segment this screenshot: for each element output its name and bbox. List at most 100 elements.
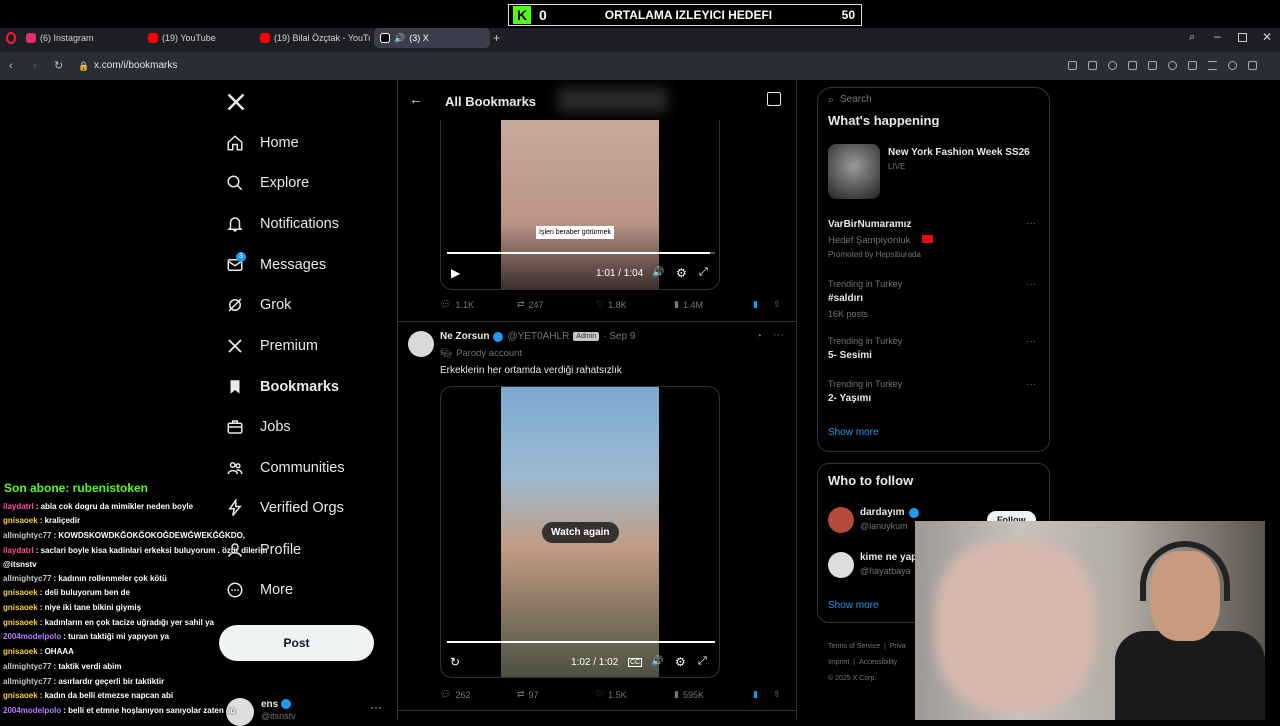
watch-again-button[interactable]: Watch again: [542, 522, 619, 543]
replay-icon[interactable]: ↻: [450, 655, 460, 669]
repost-button[interactable]: ⇄ 247: [517, 299, 544, 310]
tab-x[interactable]: 🔊 (3) X: [374, 28, 490, 48]
video-caption: İşleri beraber götürmek: [536, 226, 614, 239]
minimize-button[interactable]: –: [1214, 29, 1221, 43]
settings-icon[interactable]: ⚙: [675, 655, 686, 669]
share-icon: ⇧: [773, 689, 781, 699]
trend-item[interactable]: Trending in Turkey #saldırı 16K posts ··…: [828, 279, 1043, 321]
bookmark-button[interactable]: ▮: [753, 299, 758, 310]
footer-link[interactable]: Terms of Service: [828, 643, 880, 650]
tab-youtube[interactable]: (19) YouTube: [142, 28, 258, 48]
volume-icon[interactable]: 🔊: [651, 656, 663, 667]
tab-instagram[interactable]: (6) Instagram: [20, 28, 136, 48]
download-icon[interactable]: [1188, 61, 1197, 70]
trend-item[interactable]: Trending in Turkey 2- Yaşımı ···: [828, 379, 1043, 407]
profile-icon[interactable]: [1228, 61, 1237, 70]
opera-logo-icon[interactable]: [6, 32, 16, 44]
footer-link[interactable]: Priva: [890, 643, 906, 650]
chat-username: gnisaoek: [3, 691, 38, 700]
like-button[interactable]: ♡ 1.5K: [596, 689, 627, 700]
more-dots-icon[interactable]: ···: [1026, 279, 1036, 290]
views-button[interactable]: ▮ 1.4M: [674, 299, 703, 310]
nav-verified-orgs[interactable]: Verified Orgs: [226, 494, 344, 522]
show-more-link[interactable]: Show more: [828, 600, 879, 611]
grok-icon[interactable]: ◔: [756, 331, 762, 342]
repost-button[interactable]: ⇄ 97: [517, 689, 539, 700]
progress-bar[interactable]: [447, 641, 715, 643]
fullscreen-icon[interactable]: ⤢: [698, 655, 707, 668]
send-icon[interactable]: [1068, 61, 1077, 70]
bookmark-button[interactable]: ▮: [753, 689, 758, 700]
captions-icon[interactable]: CC: [628, 658, 643, 667]
nav-communities[interactable]: Communities: [226, 454, 345, 482]
close-window-button[interactable]: ✕: [1262, 30, 1272, 44]
nav-premium[interactable]: Premium: [226, 332, 318, 360]
new-tab-button[interactable]: +: [493, 31, 500, 45]
show-more-link[interactable]: Show more: [828, 427, 879, 438]
verified-icon: [281, 699, 291, 709]
more-dots-icon[interactable]: ···: [1026, 336, 1036, 347]
add-folder-icon[interactable]: [767, 92, 781, 106]
progress-bar[interactable]: [447, 252, 715, 254]
like-button[interactable]: ♡ 1.8K: [596, 299, 627, 310]
x-logo[interactable]: [226, 92, 246, 112]
heart-icon[interactable]: [1168, 61, 1177, 70]
chat-text: : kadın da belli etmezse napcan abi: [39, 691, 174, 700]
nav-explore[interactable]: Explore: [226, 169, 309, 197]
nav-bookmarks[interactable]: Bookmarks: [226, 373, 339, 401]
share-button[interactable]: ⇧: [773, 689, 781, 700]
post-button[interactable]: Post: [219, 625, 374, 661]
maximize-button[interactable]: [1238, 33, 1247, 42]
nav-more[interactable]: More: [226, 576, 293, 604]
chat-message: @itsnstv: [3, 560, 37, 569]
extension-icon[interactable]: [1128, 61, 1137, 70]
more-dots-icon[interactable]: ···: [370, 700, 382, 714]
shield-icon[interactable]: [1108, 61, 1117, 70]
video-player-1[interactable]: İşleri beraber götürmek ▶ 1:01 / 1:04 🔊 …: [440, 120, 720, 290]
nav-notifications[interactable]: Notifications: [226, 210, 339, 238]
nav-home[interactable]: Home: [226, 129, 299, 157]
nav-grok[interactable]: Grok: [226, 291, 291, 319]
reply-button[interactable]: 💬︎ 262: [440, 689, 470, 700]
chat-message: ilaydatrl: abla cok dogru da mimikler ne…: [3, 502, 193, 511]
promoted-item[interactable]: VarBirNumaramız Hedef Şampiyonluk Promot…: [828, 218, 1043, 262]
messages-badge: 3: [236, 252, 246, 262]
menu-icon[interactable]: [1208, 61, 1217, 70]
settings-icon[interactable]: ⚙: [676, 266, 687, 280]
tweet-date[interactable]: · Sep 9: [603, 331, 635, 342]
share-button[interactable]: ⇧: [773, 299, 781, 310]
camera-icon[interactable]: [1088, 61, 1097, 70]
goal-label: ORTALAMA IZLEYICI HEDEFI: [604, 8, 773, 22]
footer-link[interactable]: Imprint: [828, 659, 849, 666]
forward-icon[interactable]: ›: [33, 59, 37, 73]
author-handle[interactable]: @YET0AHLR: [507, 331, 569, 342]
more-dots-icon[interactable]: ···: [1026, 218, 1036, 229]
more-dots-icon[interactable]: ···: [773, 329, 784, 341]
tab-youtube-channel[interactable]: (19) Bilal Özçtak - YouTub: [254, 28, 370, 48]
nav-jobs[interactable]: Jobs: [226, 413, 291, 441]
footer-link[interactable]: Accessibility: [859, 659, 897, 666]
headset-icon: [1140, 541, 1230, 601]
back-arrow-icon[interactable]: ←: [409, 91, 423, 107]
reload-icon[interactable]: ↻: [54, 59, 63, 73]
volume-icon[interactable]: 🔊: [652, 267, 664, 278]
views-button[interactable]: ▮ 595K: [674, 689, 704, 700]
extension-puzzle-icon[interactable]: [1248, 61, 1257, 70]
play-icon[interactable]: [1148, 61, 1157, 70]
more-dots-icon[interactable]: ···: [1026, 379, 1036, 390]
video-player-2[interactable]: Watch again ↻ 1:02 / 1:02 CC 🔊 ⚙ ⤢: [440, 386, 720, 678]
tweet2-avatar[interactable]: [408, 331, 434, 357]
fullscreen-icon[interactable]: ⤢: [699, 266, 708, 279]
promo-by: Promoted by Hepsiburada: [828, 250, 921, 259]
search-tabs-icon[interactable]: ⌕: [1189, 31, 1195, 44]
divider: [398, 321, 796, 322]
play-icon[interactable]: ▶: [451, 266, 460, 280]
account-switcher[interactable]: ens @itsnstv ···: [224, 696, 384, 726]
author-name[interactable]: Ne Zorsun: [440, 331, 489, 342]
trend-item[interactable]: Trending in Turkey 5- Sesimi ···: [828, 336, 1043, 364]
bookmark-filled-icon: ▮: [753, 689, 758, 699]
reply-button[interactable]: 💬︎ 1.1K: [440, 299, 474, 310]
event-item[interactable]: New York Fashion Week SS26 LIVE: [828, 144, 1043, 200]
back-icon[interactable]: ‹: [9, 59, 13, 73]
url-text[interactable]: x.com/i/bookmarks: [94, 60, 177, 71]
